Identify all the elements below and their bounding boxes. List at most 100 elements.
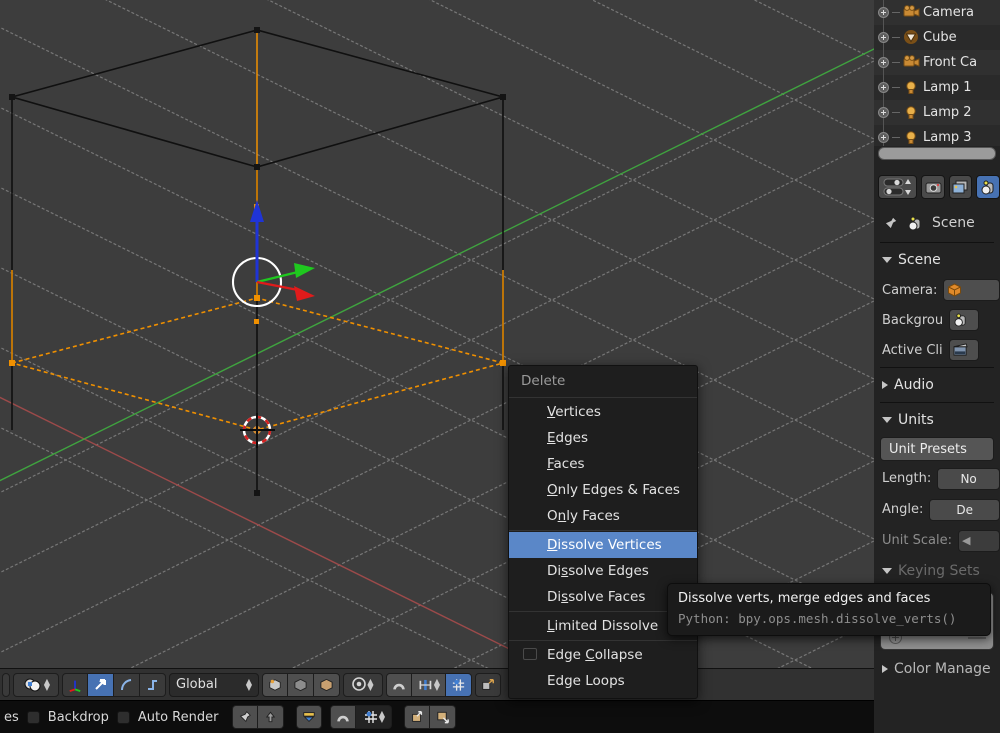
menu-item-only-faces[interactable]: Only Faces — [509, 503, 697, 529]
pin-icon[interactable] — [882, 215, 899, 232]
tab-render-layers[interactable] — [948, 175, 973, 199]
keying-sets-title: Keying Sets — [898, 563, 980, 579]
tab-scene[interactable] — [976, 175, 1000, 199]
length-dropdown[interactable]: No — [937, 467, 1000, 490]
menu-item-vertices[interactable]: Vertices — [509, 399, 697, 425]
camera-field[interactable] — [943, 279, 1000, 301]
outliner-item-label: Lamp 1 — [923, 80, 972, 95]
outliner-item-label: Camera — [923, 5, 975, 20]
unit-scale-row[interactable]: Unit Scale: ◀ — [874, 525, 1000, 556]
outliner-item-camera[interactable]: Camera — [874, 0, 1000, 25]
transform-orientation-dropdown[interactable]: Global ▲ ▼ — [169, 672, 259, 697]
menu-item-only-edges-and-faces[interactable]: Only Edges & Faces — [509, 477, 697, 503]
pin-button[interactable] — [232, 705, 259, 729]
scene-panel-header[interactable]: Scene — [874, 245, 1000, 275]
expand-icon[interactable] — [878, 57, 889, 68]
snap-element-spinner-icon[interactable]: ▲ ▼ — [434, 677, 440, 691]
manipulator-axis-button[interactable] — [62, 672, 88, 697]
snap-button-group[interactable]: ▲ ▼ — [386, 672, 472, 697]
snap-grid-button[interactable] — [446, 672, 472, 697]
expand-icon[interactable] — [878, 32, 889, 43]
translate-manipulator-button[interactable] — [88, 672, 114, 697]
properties-nav-spinner[interactable] — [878, 175, 918, 199]
clipboard-group[interactable] — [404, 705, 457, 729]
menu-item-edges[interactable]: Edges — [509, 425, 697, 451]
outliner-item-cube[interactable]: Cube — [874, 25, 1000, 50]
menu-item-edge-loops[interactable]: Edge Loops — [509, 668, 697, 694]
length-row[interactable]: Length: No — [874, 463, 1000, 494]
paste-button[interactable] — [430, 705, 457, 729]
background-row[interactable]: Backgrou — [874, 305, 1000, 335]
menu-item-dissolve-vertices[interactable]: Dissolve Vertices — [509, 532, 697, 558]
outliner-item-lamp-2[interactable]: Lamp 2 — [874, 100, 1000, 125]
expand-icon[interactable] — [878, 7, 889, 18]
node-select-button[interactable] — [296, 705, 323, 729]
outliner-item-lamp-3[interactable]: Lamp 3 — [874, 125, 1000, 146]
snap-element-button[interactable]: ▲ ▼ — [412, 672, 446, 697]
keying-sets-panel-header[interactable]: Keying Sets — [874, 556, 1000, 586]
unit-presets-button[interactable]: Unit Presets — [880, 437, 994, 461]
shading-solid-button[interactable] — [262, 672, 288, 697]
shading-wire-button[interactable] — [288, 672, 314, 697]
background-field[interactable] — [949, 309, 980, 331]
compositor-header-bar[interactable]: es Backdrop Auto Render ▲ ▼ — [0, 700, 874, 733]
properties-tab-bar[interactable] — [874, 170, 1000, 204]
tree-dash — [892, 37, 900, 38]
tab-render[interactable] — [921, 175, 945, 199]
audio-panel-header[interactable]: Audio — [874, 370, 1000, 400]
lamp-icon — [906, 81, 916, 94]
expand-icon[interactable] — [878, 107, 889, 118]
copy-button[interactable] — [404, 705, 431, 729]
rotate-manipulator-button[interactable] — [114, 672, 140, 697]
tree-dash — [892, 87, 900, 88]
snap-grid-spinner-icon[interactable]: ▲ ▼ — [379, 710, 385, 724]
active-clip-field[interactable] — [948, 339, 979, 361]
left-arrow-icon[interactable]: ◀ — [962, 534, 970, 547]
angle-dropdown[interactable]: De — [929, 498, 1000, 521]
outliner-panel[interactable]: Camera Cube Front Ca Lamp 1 Lamp 2 Lamp … — [874, 0, 1000, 146]
active-clip-row[interactable]: Active Cli — [874, 335, 1000, 365]
pin-group[interactable] — [232, 705, 285, 729]
shading-button-group[interactable] — [262, 672, 340, 697]
angle-row[interactable]: Angle: De — [874, 494, 1000, 525]
clip-icon — [953, 343, 968, 356]
compositor-snap-group[interactable]: ▲ ▼ — [330, 705, 393, 729]
proportional-editing-button[interactable]: ▲ ▼ — [13, 672, 59, 697]
expand-icon[interactable] — [878, 82, 889, 93]
outliner-item-lamp-1[interactable]: Lamp 1 — [874, 75, 1000, 100]
properties-panel[interactable]: Scene Scene Camera: Backgrou Active Cli … — [874, 206, 1000, 733]
snap-magnet-button-2[interactable] — [330, 705, 357, 729]
expand-icon[interactable] — [878, 132, 889, 143]
color-management-panel-header[interactable]: Color Manage — [874, 656, 1000, 682]
menu-item-dissolve-edges[interactable]: Dissolve Edges — [509, 558, 697, 584]
shading-texture-button[interactable] — [314, 672, 340, 697]
manipulator-button-group[interactable] — [62, 672, 166, 697]
orientation-spinner-icon[interactable]: ▲ ▼ — [246, 677, 252, 691]
units-panel-header[interactable]: Units — [874, 405, 1000, 435]
proportional-spinner-icon[interactable]: ▲ ▼ — [44, 677, 50, 691]
pivot-spinner-icon[interactable]: ▲ ▼ — [367, 677, 373, 691]
snap-magnet-button[interactable] — [386, 672, 412, 697]
outliner-horizontal-scrollbar[interactable] — [878, 147, 996, 160]
snap-grid-button-2[interactable]: ▲ ▼ — [356, 705, 393, 729]
magnet-icon — [337, 715, 350, 722]
viewport-footer-bar[interactable]: ▲ ▼ Global ▲ ▼ ▲ ▼ ▲ ▼ — [0, 668, 874, 700]
camera-row[interactable]: Camera: — [874, 275, 1000, 305]
delete-context-menu[interactable]: Delete Vertices Edges Faces Only Edges &… — [508, 365, 698, 699]
unit-scale-label: Unit Scale: — [882, 533, 952, 548]
tooltip-python: Python: bpy.ops.mesh.dissolve_verts() — [678, 611, 957, 626]
scale-manipulator-button[interactable] — [140, 672, 166, 697]
copy-attributes-button[interactable] — [475, 672, 501, 697]
go-up-button[interactable] — [258, 705, 285, 729]
3d-viewport[interactable] — [0, 0, 874, 668]
pivot-point-button[interactable]: ▲ ▼ — [343, 672, 383, 697]
menu-item-faces[interactable]: Faces — [509, 451, 697, 477]
unit-scale-slider[interactable]: ◀ — [957, 529, 1000, 552]
auto-render-checkbox[interactable] — [116, 710, 130, 724]
use-nodes-label: es — [4, 709, 19, 725]
arrow-icon — [95, 679, 106, 690]
backdrop-checkbox[interactable] — [26, 710, 40, 724]
outliner-item-front-camera[interactable]: Front Ca — [874, 50, 1000, 75]
menu-item-edge-collapse[interactable]: Edge Collapse — [509, 642, 697, 668]
length-value: No — [960, 471, 977, 486]
